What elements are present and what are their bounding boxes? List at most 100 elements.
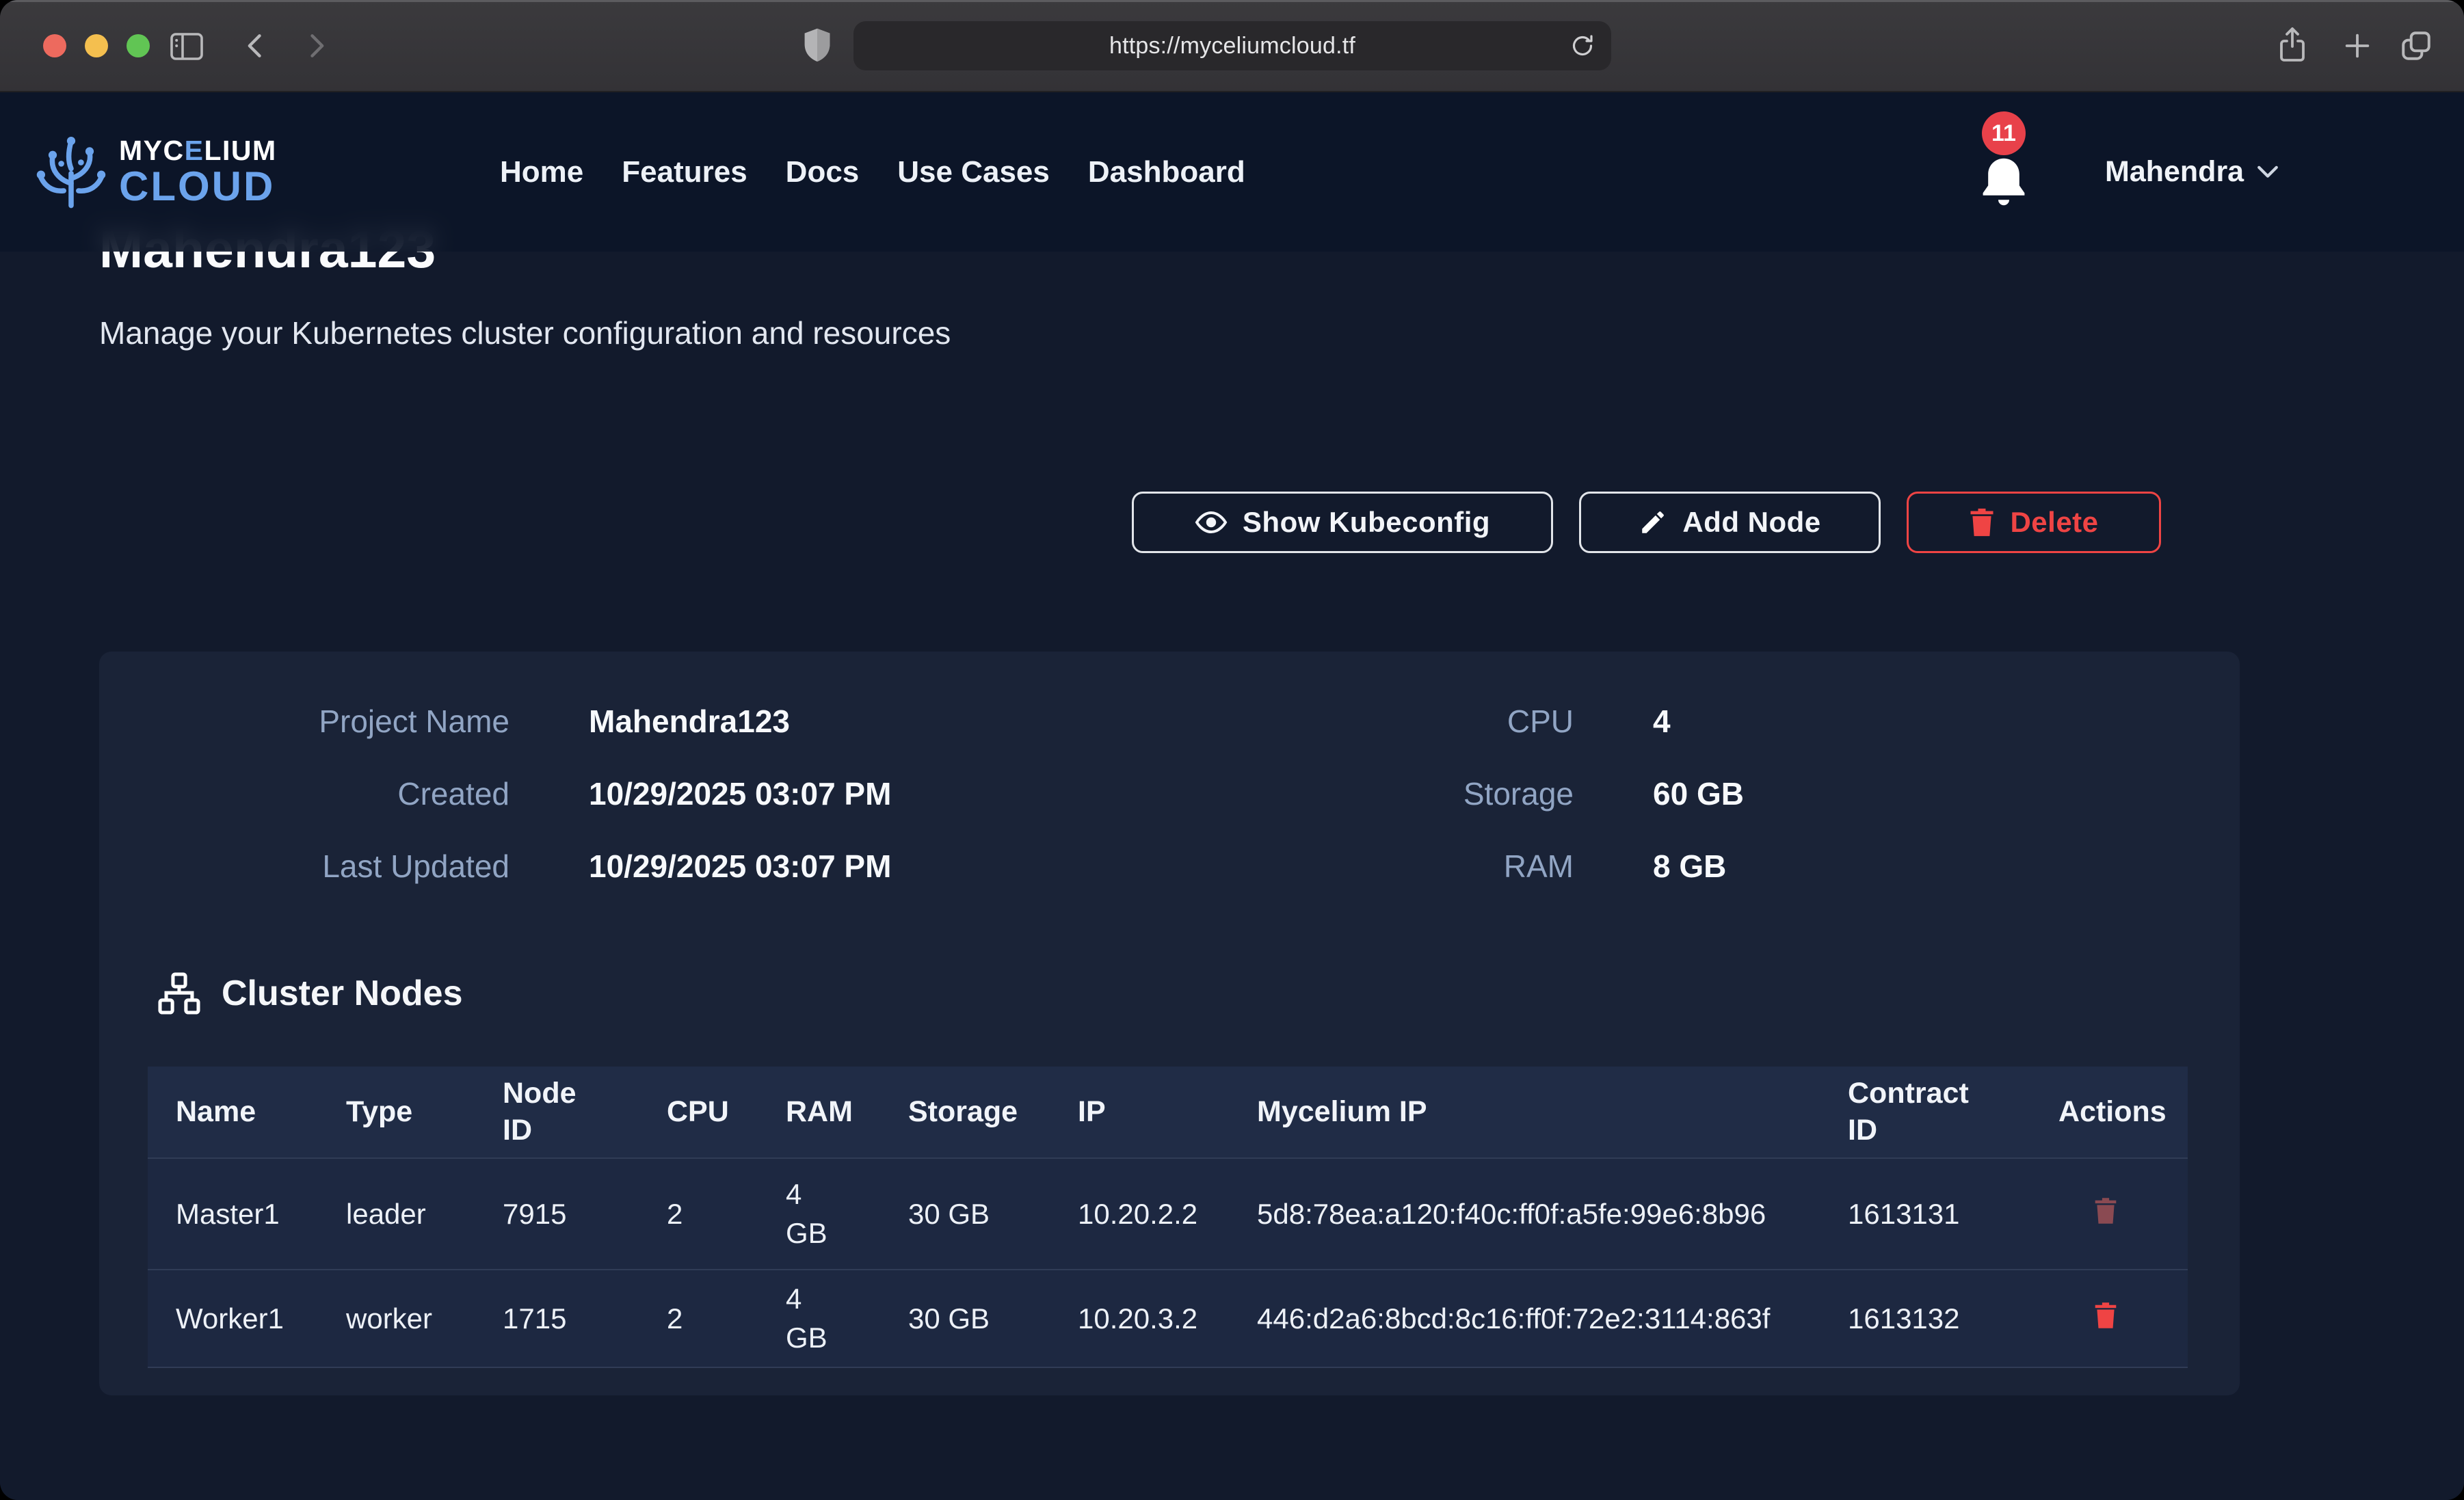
table-header-row: Name Type Node ID CPU RAM Storage IP Myc… — [148, 1067, 2188, 1158]
cell-storage: 30 GB — [908, 1270, 1078, 1367]
logo-text: MYCELIUM CLOUD — [119, 137, 277, 207]
cluster-actions: Show Kubeconfig Add Node Delete — [1132, 492, 2161, 553]
cell-ram: 4 GB — [786, 1158, 908, 1270]
col-node-id: Node ID — [503, 1067, 667, 1158]
notifications[interactable]: 11 — [1971, 111, 2046, 228]
add-node-button[interactable]: Add Node — [1579, 492, 1881, 553]
url-text: https://myceliumcloud.tf — [1109, 33, 1355, 59]
privacy-shield-icon[interactable] — [802, 26, 833, 66]
pencil-icon — [1639, 508, 1667, 537]
network-nodes-icon — [157, 972, 201, 1015]
minimize-window-button[interactable] — [85, 34, 108, 57]
reload-icon[interactable] — [1569, 32, 1596, 59]
cell-mycelium-ip: 5d8:78ea:a120:f40c:ff0f:a5fe:99e6:8b96 — [1257, 1158, 1848, 1270]
show-kubeconfig-label: Show Kubeconfig — [1243, 506, 1490, 539]
add-node-label: Add Node — [1682, 506, 1820, 539]
cluster-info-left: Project Name Mahendra123 Created 10/29/2… — [99, 703, 891, 885]
info-label: CPU — [1163, 703, 1574, 740]
trash-icon — [1969, 507, 1995, 537]
table-row-worker1: Worker1 worker 1715 2 4 GB 30 GB 10.20.3… — [148, 1270, 2188, 1367]
trash-icon — [2094, 1196, 2117, 1225]
cell-ram: 4 GB — [786, 1270, 908, 1367]
browser-window: https://myceliumcloud.tf Mahendra123 — [0, 0, 2464, 1500]
table-row-master1: Master1 leader 7915 2 4 GB 30 GB 10.20.2… — [148, 1158, 2188, 1270]
nav-item-docs[interactable]: Docs — [786, 155, 860, 189]
cell-mycelium-ip: 446:d2a6:8bcd:8c16:ff0f:72e2:3114:863f — [1257, 1270, 1848, 1367]
forward-button[interactable] — [301, 31, 331, 61]
cluster-nodes-header: Cluster Nodes — [157, 972, 463, 1015]
col-contract-id: Contract ID — [1848, 1067, 2058, 1158]
cell-ip: 10.20.2.2 — [1078, 1158, 1257, 1270]
logo-line1: MYCELIUM — [119, 137, 277, 165]
col-cpu: CPU — [667, 1067, 786, 1158]
cluster-info-right: CPU 4 Storage 60 GB RAM 8 GB — [1163, 703, 1744, 885]
cell-node-id: 7915 — [503, 1158, 667, 1270]
cell-cpu: 2 — [667, 1270, 786, 1367]
logo[interactable]: MYCELIUM CLOUD — [34, 134, 277, 211]
info-value: 10/29/2025 03:07 PM — [589, 775, 891, 812]
col-ip: IP — [1078, 1067, 1257, 1158]
zoom-window-button[interactable] — [127, 34, 150, 57]
user-menu[interactable]: Mahendra — [2105, 92, 2279, 252]
cell-actions — [2058, 1270, 2188, 1367]
info-label: RAM — [1163, 848, 1574, 885]
delete-cluster-button[interactable]: Delete — [1907, 492, 2161, 553]
info-value: 60 GB — [1653, 775, 1744, 812]
info-label: Last Updated — [99, 848, 509, 885]
address-bar[interactable]: https://myceliumcloud.tf — [853, 21, 1611, 70]
bell-icon[interactable] — [1971, 150, 2037, 215]
cell-type: leader — [346, 1158, 503, 1270]
info-label: Created — [99, 775, 509, 812]
sidebar-toggle-icon[interactable] — [169, 30, 204, 63]
share-icon[interactable] — [2276, 26, 2309, 64]
delete-node-button[interactable] — [2094, 1301, 2117, 1330]
site-header: MYCELIUM CLOUD Home Features Docs Use Ca… — [0, 92, 2464, 252]
cluster-details-card: Project Name Mahendra123 Created 10/29/2… — [99, 652, 2240, 1395]
cell-name: Master1 — [148, 1158, 346, 1270]
cell-contract-id: 1613132 — [1848, 1270, 2058, 1367]
back-button[interactable] — [241, 31, 271, 61]
info-value: 4 — [1653, 703, 1744, 740]
cell-contract-id: 1613131 — [1848, 1158, 2058, 1270]
col-type: Type — [346, 1067, 503, 1158]
close-window-button[interactable] — [43, 34, 66, 57]
cell-name: Worker1 — [148, 1270, 346, 1367]
info-label: Project Name — [99, 703, 509, 740]
nav-item-home[interactable]: Home — [500, 155, 583, 189]
cell-ip: 10.20.3.2 — [1078, 1270, 1257, 1367]
info-value: 8 GB — [1653, 848, 1744, 885]
col-mycelium-ip: Mycelium IP — [1257, 1067, 1848, 1158]
logo-line2: CLOUD — [119, 166, 277, 207]
page-subtitle: Manage your Kubernetes cluster configura… — [99, 314, 951, 351]
cell-actions — [2058, 1158, 2188, 1270]
col-name: Name — [148, 1067, 346, 1158]
window-controls — [43, 34, 150, 57]
info-value: 10/29/2025 03:07 PM — [589, 848, 891, 885]
cluster-nodes-title: Cluster Nodes — [222, 973, 463, 1014]
eye-icon — [1195, 506, 1228, 539]
browser-toolbar: https://myceliumcloud.tf — [0, 0, 2464, 92]
main-nav: Home Features Docs Use Cases Dashboard — [500, 92, 1245, 252]
col-actions: Actions — [2058, 1067, 2188, 1158]
delete-label: Delete — [2010, 506, 2098, 539]
user-name: Mahendra — [2105, 155, 2244, 189]
nav-item-features[interactable]: Features — [622, 155, 747, 189]
tab-overview-icon[interactable] — [2399, 29, 2433, 63]
nav-item-dashboard[interactable]: Dashboard — [1088, 155, 1245, 189]
delete-node-button-disabled[interactable] — [2094, 1196, 2117, 1225]
show-kubeconfig-button[interactable]: Show Kubeconfig — [1132, 492, 1553, 553]
mycelium-tree-icon — [34, 134, 108, 211]
info-label: Storage — [1163, 775, 1574, 812]
notification-badge: 11 — [1982, 111, 2026, 155]
chevron-down-icon — [2256, 164, 2279, 180]
cell-cpu: 2 — [667, 1158, 786, 1270]
cluster-nodes-table: Name Type Node ID CPU RAM Storage IP Myc… — [148, 1067, 2188, 1368]
trash-icon — [2094, 1301, 2117, 1330]
cell-storage: 30 GB — [908, 1158, 1078, 1270]
col-storage: Storage — [908, 1067, 1078, 1158]
col-ram: RAM — [786, 1067, 908, 1158]
nav-item-use-cases[interactable]: Use Cases — [897, 155, 1050, 189]
cell-node-id: 1715 — [503, 1270, 667, 1367]
new-tab-icon[interactable] — [2342, 30, 2373, 62]
info-value: Mahendra123 — [589, 703, 891, 740]
